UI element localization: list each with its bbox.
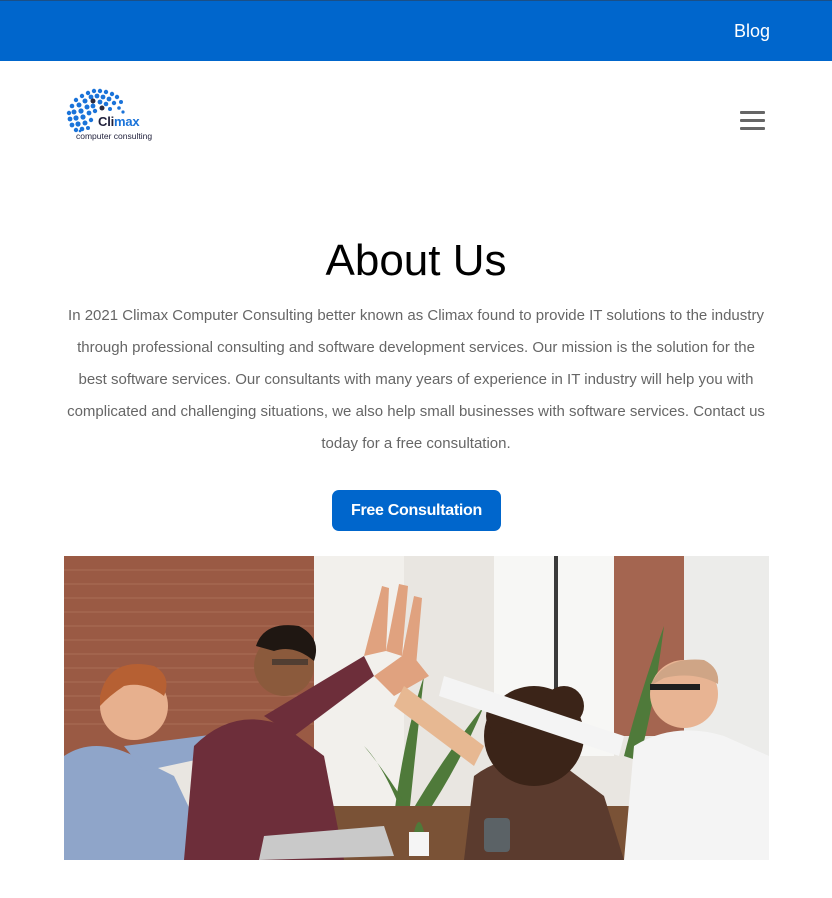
about-title: About Us bbox=[325, 236, 507, 285]
logo-tagline: computer consulting bbox=[76, 131, 153, 141]
site-header: Climax computer consulting bbox=[0, 61, 832, 171]
top-bar: Blog bbox=[0, 0, 832, 61]
logo-wordmark-suffix: max bbox=[114, 114, 140, 129]
logo-wordmark: Climax bbox=[98, 114, 140, 129]
free-consultation-button[interactable]: Free Consultation bbox=[332, 490, 501, 531]
about-description: In 2021 Climax Computer Consulting bette… bbox=[67, 307, 765, 452]
climax-logo[interactable]: Climax computer consulting bbox=[64, 87, 169, 145]
hamburger-menu-icon[interactable] bbox=[740, 111, 766, 131]
team-high-five-photo bbox=[64, 556, 769, 860]
logo-wordmark-prefix: Cli bbox=[98, 114, 115, 129]
blog-link[interactable]: Blog bbox=[734, 21, 770, 42]
